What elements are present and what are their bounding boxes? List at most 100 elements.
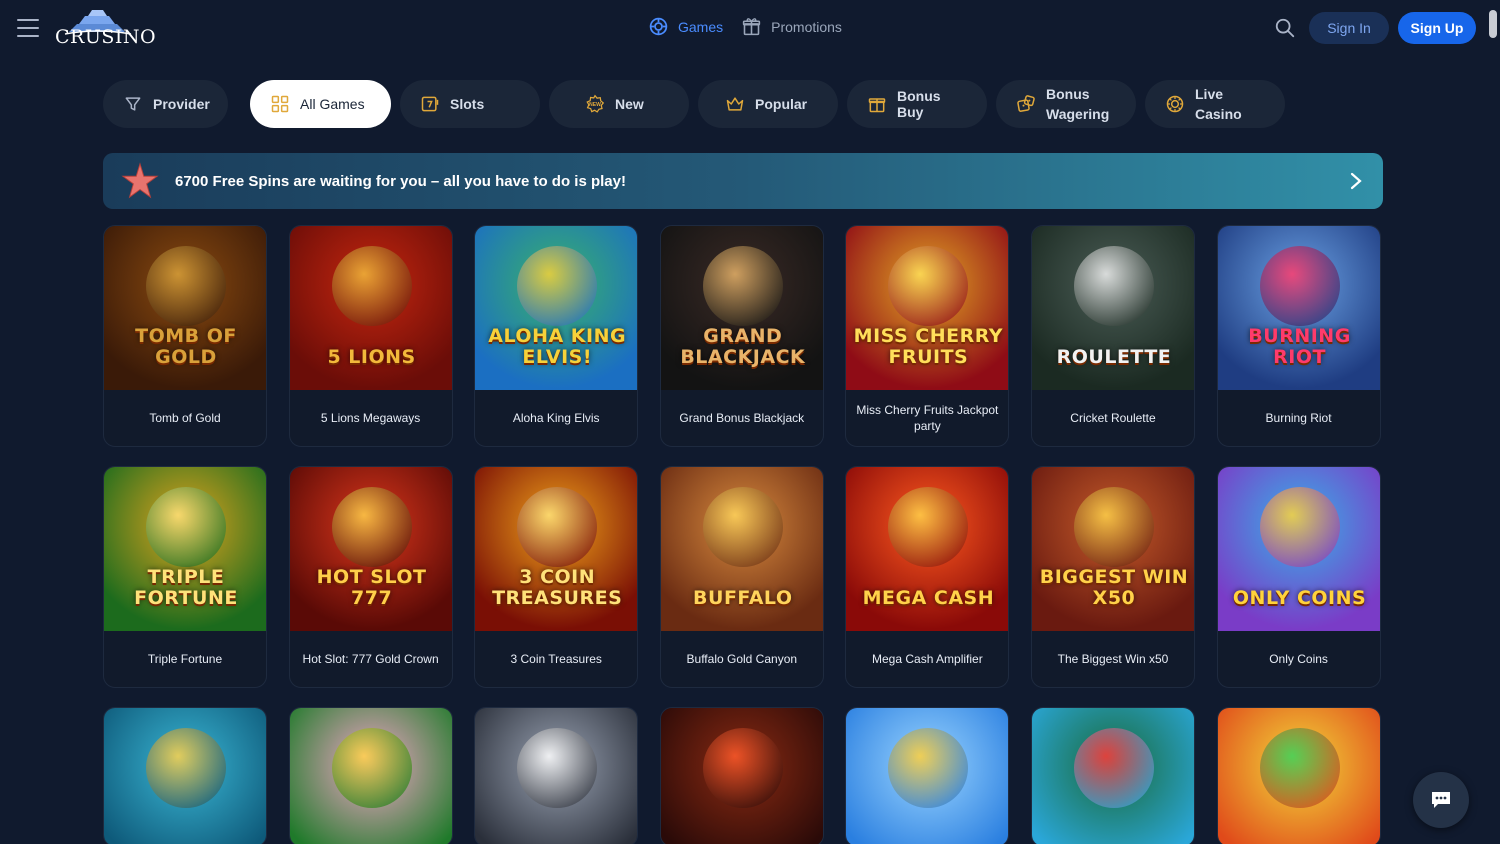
game-card[interactable]: BUFFALO Buffalo Gold Canyon	[659, 466, 824, 688]
game-name: Buffalo Gold Canyon	[686, 652, 798, 666]
game-card[interactable]: 5 LIONS 5 Lions Megaways	[288, 225, 453, 447]
chat-button[interactable]	[1413, 772, 1469, 828]
game-art-title: TRIPLE FORTUNE	[134, 566, 238, 609]
game-thumbnail: ONLY COINS	[1217, 467, 1380, 631]
search-icon[interactable]	[1274, 17, 1296, 39]
game-thumbnail: ELVIS FROG	[1217, 708, 1380, 844]
game-art-title: GRAND BLACKJACK	[680, 325, 806, 368]
game-art-emblem	[331, 246, 412, 326]
game-filters: Provider All Games Slots NEW New Popular	[103, 80, 1285, 128]
game-card[interactable]: AVIA FLY	[845, 707, 1010, 844]
game-card[interactable]: WOLF FANG	[474, 707, 639, 844]
game-name: Triple Fortune	[147, 652, 223, 666]
top-bar: CRUSINO Games Promotions Sign In Sign Up	[0, 0, 1500, 56]
game-thumbnail: TOMB OF GOLD	[104, 226, 266, 390]
game-art-emblem	[331, 487, 412, 567]
game-name: Hot Slot: 777 Gold Crown	[302, 652, 439, 666]
game-name: 5 Lions Megaways	[320, 411, 421, 425]
game-art-emblem	[702, 246, 783, 326]
starfish-icon	[121, 162, 159, 199]
game-card[interactable]: ELVIS FROG	[1216, 707, 1381, 844]
filter-bonus-wagering-line2: Wagering	[1046, 106, 1110, 122]
filter-new[interactable]: NEW New	[549, 80, 689, 128]
game-name: 3 Coin Treasures	[510, 652, 602, 666]
game-art-emblem	[146, 728, 226, 808]
logo-text: CRUSINO	[55, 26, 157, 48]
game-thumbnail: BIGGEST WIN X50	[1031, 467, 1194, 631]
game-card[interactable]: HOT DEVIL	[659, 707, 824, 844]
game-thumbnail: RICHY HOG	[289, 708, 452, 844]
scrollbar-thumb[interactable]	[1489, 10, 1497, 38]
game-thumbnail: HOT DEVIL	[660, 708, 823, 844]
game-art-emblem	[702, 728, 783, 808]
filter-all-games[interactable]: All Games	[250, 80, 391, 128]
filter-provider-label: Provider	[153, 96, 210, 112]
filter-all-games-label: All Games	[300, 96, 365, 112]
game-art-emblem	[1073, 246, 1154, 326]
game-card[interactable]: ALOHA KING ELVIS! Aloha King Elvis	[474, 225, 639, 447]
logo[interactable]: CRUSINO	[55, 6, 157, 50]
game-thumbnail: WOLF FANG	[475, 708, 638, 844]
grid-icon	[271, 95, 289, 113]
game-card[interactable]: BIGGER BASS	[1030, 707, 1195, 844]
game-card[interactable]: BIG CATCH	[103, 707, 267, 844]
game-card[interactable]: ROULETTE Cricket Roulette	[1030, 225, 1195, 447]
game-art-emblem	[1259, 728, 1340, 808]
game-name: Tomb of Gold	[149, 411, 221, 425]
game-name: Aloha King Elvis	[512, 411, 600, 425]
filter-bonus-buy[interactable]: Bonus Buy	[847, 80, 987, 128]
game-name: Miss Cherry Fruits Jackpot party	[856, 403, 999, 433]
game-art-emblem	[146, 246, 226, 326]
game-thumbnail: BIGGER BASS	[1031, 708, 1194, 844]
nav-promotions[interactable]: Promotions	[741, 16, 842, 37]
game-name: Burning Riot	[1265, 411, 1332, 425]
game-name: Mega Cash Amplifier	[872, 652, 983, 666]
game-art-title: ROULETTE	[1056, 346, 1172, 368]
nav-promotions-label: Promotions	[771, 18, 842, 35]
chat-bubble-icon	[1432, 792, 1450, 808]
filter-popular[interactable]: Popular	[698, 80, 838, 128]
filter-live-casino-line2: Casino	[1195, 106, 1242, 122]
filter-live-casino[interactable]: Live Casino	[1145, 80, 1285, 128]
game-card[interactable]: MEGA CASH Mega Cash Amplifier	[845, 466, 1010, 688]
game-card[interactable]: RICHY HOG	[288, 707, 453, 844]
game-card[interactable]: ONLY COINS Only Coins	[1216, 466, 1381, 688]
game-card[interactable]: TRIPLE FORTUNE Triple Fortune	[103, 466, 267, 688]
game-art-title: HOT SLOT 777	[316, 566, 427, 609]
game-art-emblem	[1259, 246, 1340, 326]
game-thumbnail: BURNING RIOT	[1217, 226, 1380, 390]
free-spins-banner[interactable]: 6700 Free Spins are waiting for you – al…	[103, 153, 1383, 209]
game-art-emblem	[517, 728, 598, 808]
game-art-emblem	[888, 487, 969, 567]
game-art-title: BURNING RIOT	[1248, 325, 1351, 368]
game-card[interactable]: HOT SLOT 777 Hot Slot: 777 Gold Crown	[288, 466, 453, 688]
filter-provider[interactable]: Provider	[103, 80, 228, 128]
game-art-title: MISS CHERRY FRUITS	[853, 325, 1004, 368]
game-card[interactable]: GRAND BLACKJACK Grand Bonus Blackjack	[659, 225, 824, 447]
filter-bonus-wagering[interactable]: Bonus Wagering	[996, 80, 1136, 128]
game-art-title: BIGGEST WIN X50	[1039, 566, 1189, 609]
game-art-emblem	[1259, 487, 1340, 567]
game-card[interactable]: TOMB OF GOLD Tomb of Gold	[103, 225, 267, 447]
game-art-title: MEGA CASH	[862, 587, 995, 609]
sign-in-button[interactable]: Sign In	[1309, 12, 1389, 44]
filter-icon	[125, 97, 141, 111]
nav-games[interactable]: Games	[648, 16, 723, 37]
filter-slots[interactable]: Slots	[400, 80, 540, 128]
crown-icon	[726, 97, 744, 111]
game-card[interactable]: 3 COIN TREASURES 3 Coin Treasures	[474, 466, 639, 688]
game-art-emblem	[517, 487, 598, 567]
game-card[interactable]: BIGGEST WIN X50 The Biggest Win x50	[1030, 466, 1195, 688]
game-card[interactable]: BURNING RIOT Burning Riot	[1216, 225, 1381, 447]
filter-new-label: New	[615, 96, 644, 112]
filter-bonus-wagering-line1: Bonus	[1046, 86, 1090, 102]
filter-live-casino-line1: Live	[1195, 86, 1224, 102]
game-thumbnail: BIG CATCH	[104, 708, 266, 844]
sign-up-button[interactable]: Sign Up	[1398, 12, 1476, 44]
menu-icon[interactable]	[17, 19, 39, 37]
game-name: Grand Bonus Blackjack	[679, 411, 805, 425]
game-art-emblem	[331, 728, 412, 808]
game-art-emblem	[1073, 728, 1154, 808]
game-card[interactable]: MISS CHERRY FRUITS Miss Cherry Fruits Jac…	[845, 225, 1010, 447]
game-thumbnail: MISS CHERRY FRUITS	[846, 226, 1009, 390]
